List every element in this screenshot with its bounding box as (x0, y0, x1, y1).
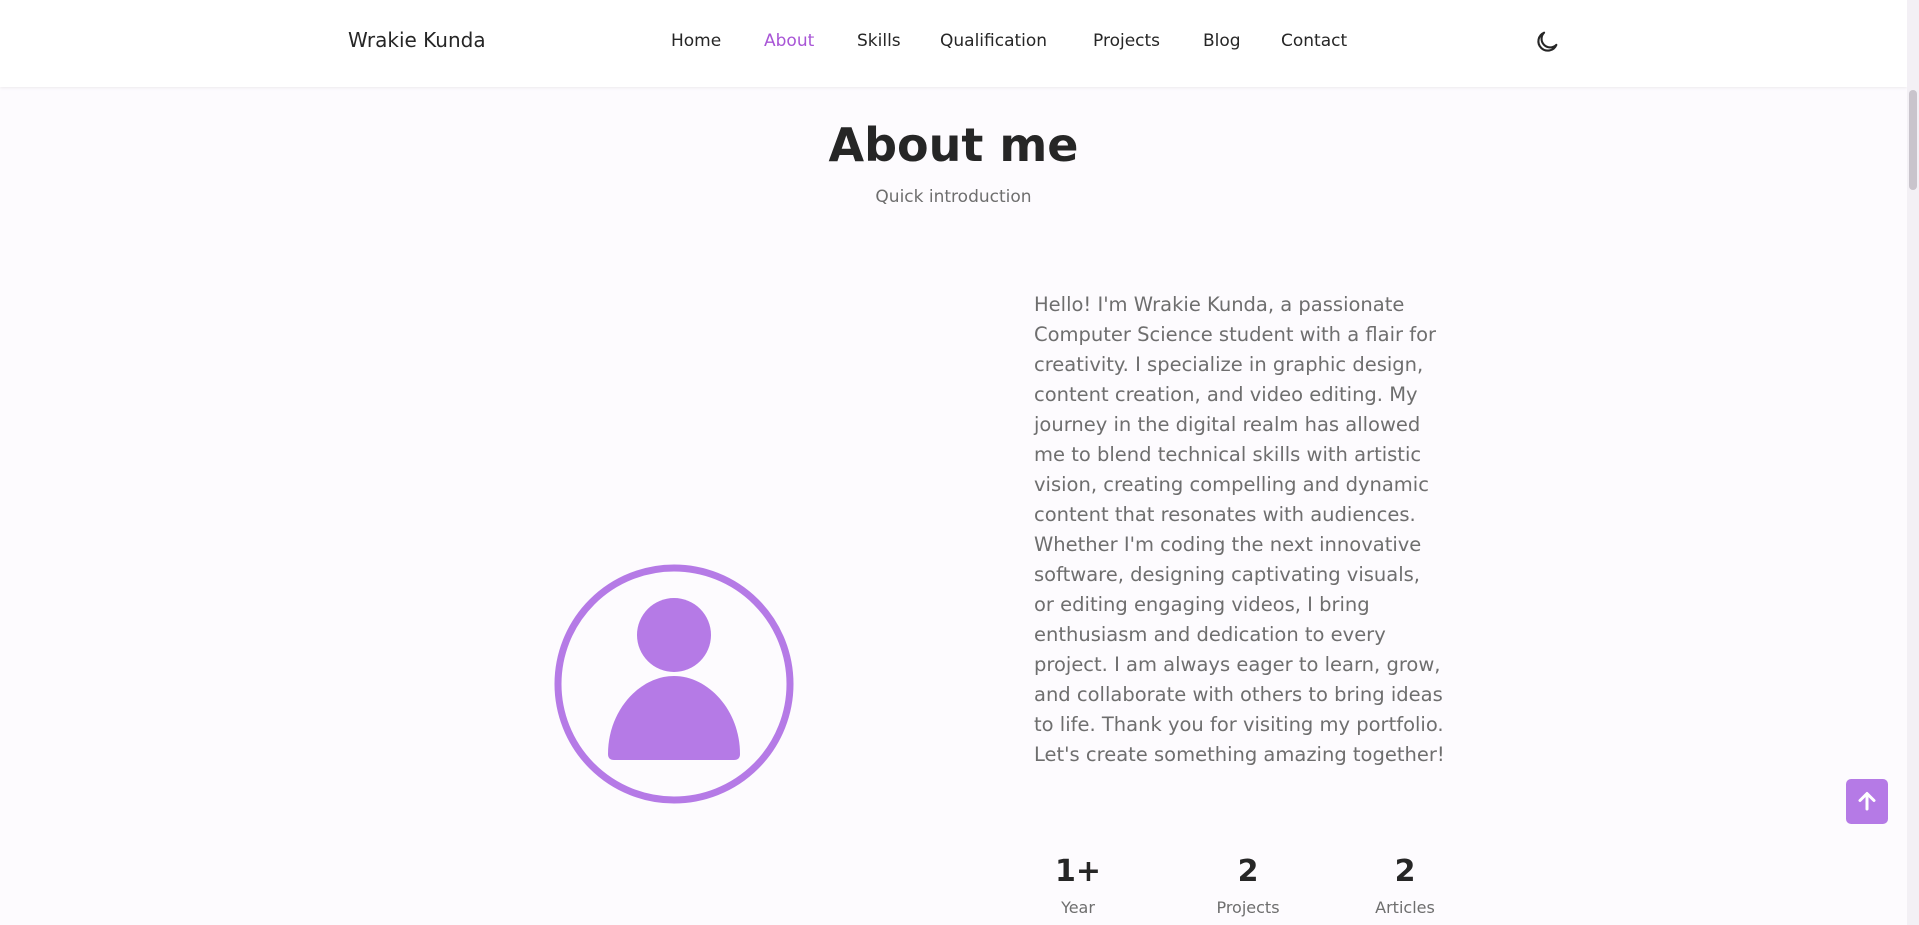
site-header: Wrakie Kunda Home About Skills Qualifica… (0, 0, 1907, 87)
nav-skills[interactable]: Skills (857, 31, 901, 51)
nav-blog[interactable]: Blog (1203, 31, 1241, 51)
nav-home[interactable]: Home (671, 31, 721, 51)
scroll-top-button[interactable] (1846, 779, 1888, 824)
nav-contact[interactable]: Contact (1281, 31, 1347, 51)
stat-label: Projects (1216, 898, 1280, 917)
stat-articles: 2 Articles (1365, 852, 1445, 917)
stat-value: 2 (1237, 854, 1259, 889)
stat-label: Articles (1375, 898, 1435, 917)
nav-about[interactable]: About (764, 31, 814, 51)
scrollbar-thumb[interactable] (1909, 90, 1917, 190)
site-logo[interactable]: Wrakie Kunda (348, 28, 486, 52)
arrow-up-icon (1858, 792, 1876, 811)
stat-value: 2 (1394, 854, 1416, 889)
stat-projects: 2 Projects (1210, 852, 1286, 917)
nav-projects[interactable]: Projects (1093, 31, 1160, 51)
stat-label: Year (1061, 898, 1095, 917)
page-scrollbar[interactable] (1907, 0, 1919, 925)
stat-years: 1+ Year (1053, 852, 1103, 917)
moon-icon[interactable] (1533, 28, 1561, 56)
user-icon (552, 562, 796, 806)
section-subtitle: Quick introduction (875, 187, 1032, 207)
stat-value: 1+ (1054, 854, 1101, 889)
section-title: About me (828, 118, 1079, 172)
nav-qualification[interactable]: Qualification (940, 31, 1047, 51)
about-description: Hello! I'm Wrakie Kunda, a passionate Co… (1034, 293, 1445, 766)
